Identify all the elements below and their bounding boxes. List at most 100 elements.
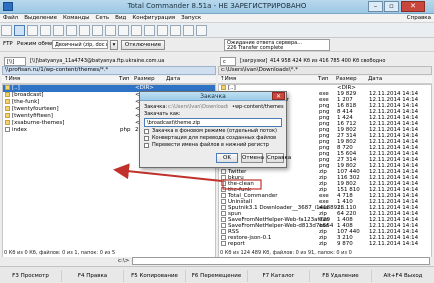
convert-checkbox[interactable] <box>144 136 149 141</box>
ftp-log-line: 226 Transfer complete <box>227 45 284 51</box>
f5-copy-button[interactable]: F5 Копирование <box>124 270 186 282</box>
disconnect-button[interactable]: Отключение <box>121 40 165 50</box>
rename-icon[interactable] <box>131 25 142 36</box>
f6-move-button[interactable]: F6 Перемещение <box>186 270 248 282</box>
menu-bar: Файл Выделение Команды Сеть Вид Конфигурация З… <box>0 14 434 23</box>
menu-help[interactable]: Справка <box>404 14 434 22</box>
saveas-input[interactable]: \broadcast\theme.zip <box>144 118 282 127</box>
ftp-connect-icon[interactable] <box>144 25 155 36</box>
file-name: [twentyfourteen] <box>12 106 59 112</box>
download-source: c:\Users\Ivan\Downloads\the-funk.zip <box>168 104 228 110</box>
menu-commands[interactable]: Команды <box>60 14 93 22</box>
transfer-mode-dropdown[interactable]: ▾ <box>110 40 118 50</box>
php-file-icon <box>5 127 10 132</box>
notepad-icon[interactable] <box>196 25 207 36</box>
ftp-bar: FTP Режим обмена Двоичный (zip, doc и т.… <box>0 38 434 52</box>
saveas-label: Закачать как: <box>144 111 181 117</box>
full-view-icon[interactable] <box>27 25 38 36</box>
sync-icon[interactable] <box>183 25 194 36</box>
ftp-log[interactable]: Ожидание ответа сервера... 226 Transfer … <box>224 39 330 51</box>
file-row[interactable]: report zip 9 870 12.11.2014 14:14 <box>219 241 431 248</box>
alt-f4-exit-button[interactable]: Alt+F4 Выход <box>372 270 434 282</box>
file-type: php <box>120 127 131 133</box>
back-icon[interactable] <box>92 25 103 36</box>
menu-config[interactable]: Конфигурация <box>129 14 178 22</box>
maximize-button[interactable]: ▫ <box>384 1 399 12</box>
tree-icon[interactable] <box>40 25 51 36</box>
dialog-close-button[interactable]: ✕ <box>272 92 285 100</box>
right-path-bar[interactable]: c:\Users\Ivan\Downloads\*.* <box>218 66 432 75</box>
right-column-header: ↑Имя Тип Размер Дата <box>218 76 432 84</box>
menu-start[interactable]: Запуск <box>178 14 204 22</box>
function-key-bar: F3 Просмотр F4 Правка F5 Копирование F6 … <box>0 266 434 283</box>
folder-icon <box>5 99 10 104</box>
file-name: [..] <box>12 85 20 91</box>
col-type[interactable]: Тип <box>119 76 130 83</box>
folder-icon <box>5 113 10 118</box>
command-input[interactable] <box>132 257 430 265</box>
thumbnails-icon[interactable] <box>53 25 64 36</box>
command-line: c:\> <box>0 257 434 266</box>
file-icon <box>221 193 226 198</box>
f4-edit-button[interactable]: F4 Правка <box>62 270 124 282</box>
close-button[interactable]: ✕ <box>401 1 425 12</box>
menu-view[interactable]: Вид <box>112 14 129 22</box>
help-button[interactable]: Справка <box>266 153 291 163</box>
f8-delete-button[interactable]: F8 Удаление <box>310 270 372 282</box>
toolbar <box>0 23 434 38</box>
right-drive-select[interactable]: c <box>220 57 236 66</box>
title-bar: Total Commander 8.51a - НЕ ЗАРЕГИСТРИРОВ… <box>0 0 434 14</box>
folder-icon <box>5 120 10 125</box>
search-icon[interactable] <box>118 25 129 36</box>
compare-icon[interactable] <box>170 25 181 36</box>
file-icon <box>221 211 226 216</box>
col-name[interactable]: ↑Имя <box>4 76 20 83</box>
ok-button[interactable]: OK <box>216 153 238 163</box>
left-column-header: ↑Имя Тип Размер Дата <box>2 76 216 84</box>
col-size[interactable]: Размер <box>336 76 357 83</box>
file-name: [the-funk] <box>12 99 40 105</box>
refresh-icon[interactable] <box>1 25 12 36</box>
file-name: [xsaburne-themes] <box>12 120 65 126</box>
col-type[interactable]: Тип <box>318 76 329 83</box>
left-drive-select[interactable]: [\\] <box>4 57 26 66</box>
file-icon <box>221 175 226 180</box>
dialog-title: Закачка <box>140 92 286 101</box>
transfer-mode-select[interactable]: Двоичный (zip, doc и т.д.) <box>52 40 108 49</box>
ftp-label: FTP <box>3 41 13 47</box>
menu-file[interactable]: Файл <box>0 14 21 22</box>
background-checkbox[interactable] <box>144 129 149 134</box>
f3-view-button[interactable]: F3 Просмотр <box>0 270 62 282</box>
file-size: 9 870 <box>337 241 353 247</box>
unpack-icon[interactable] <box>79 25 90 36</box>
forward-icon[interactable] <box>105 25 116 36</box>
file-icon <box>221 205 226 210</box>
file-icon <box>221 223 226 228</box>
background-option-label: Закачка в фоновом режиме (отдельный пото… <box>152 128 277 134</box>
f7-mkdir-button[interactable]: F7 Каталог <box>248 270 310 282</box>
file-icon <box>221 187 226 192</box>
left-path-bar[interactable]: \\profisan.ru/1/wp-content/themes/*.* <box>2 66 216 75</box>
file-name: [broadcast] <box>12 92 44 98</box>
lowercase-option-label: Перевести имена файлов в нижний регистр <box>152 142 269 148</box>
left-server-label: [\\]\batyanya_11a4743@batyanya.ftp.ukrai… <box>30 58 165 64</box>
file-icon <box>221 181 226 186</box>
col-date[interactable]: Дата <box>368 76 382 83</box>
cancel-button[interactable]: Отмена <box>241 153 264 163</box>
col-size[interactable]: Размер <box>134 76 155 83</box>
folder-icon <box>5 106 10 111</box>
folder-up-icon <box>5 85 10 90</box>
lowercase-checkbox[interactable] <box>144 143 149 148</box>
brief-view-icon[interactable] <box>14 25 25 36</box>
minimize-button[interactable]: – <box>368 1 383 12</box>
ftp-disconnect-icon[interactable] <box>157 25 168 36</box>
col-date[interactable]: Дата <box>166 76 180 83</box>
pack-icon[interactable] <box>66 25 77 36</box>
col-name[interactable]: ↑Имя <box>220 76 236 83</box>
file-icon <box>221 169 226 174</box>
left-status: 0 Кб из 0 Кб, файлов: 0 из 1, папок: 0 и… <box>4 250 116 256</box>
menu-select[interactable]: Выделение <box>21 14 60 22</box>
file-icon <box>221 241 226 246</box>
menu-net[interactable]: Сеть <box>93 14 113 22</box>
convert-option-label: Конвертация для перевода созданных файло… <box>152 135 277 141</box>
